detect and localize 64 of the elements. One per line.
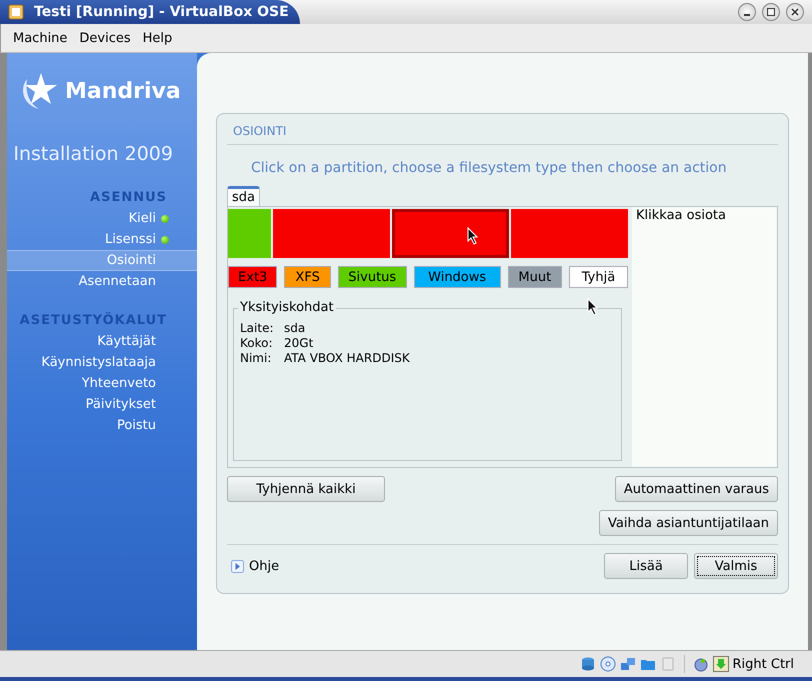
step-row[interactable]: Päivitykset: [7, 394, 197, 415]
partition-segment[interactable]: [510, 209, 628, 258]
step-label: Käynnistyslataaja: [41, 355, 156, 370]
filesystem-legend: Windows: [414, 266, 501, 288]
step-label: Päivitykset: [86, 397, 156, 412]
filesystem-legend: Sivutus: [338, 266, 407, 288]
filesystem-legend: Tyhjä: [568, 266, 628, 288]
step-row[interactable]: Käynnistyslataaja: [7, 352, 197, 373]
mouse-cursor-icon: [467, 227, 479, 245]
clear-all-button[interactable]: Tyhjennä kaikki: [227, 476, 385, 502]
close-button[interactable]: [786, 3, 804, 21]
step-label: Lisenssi: [104, 232, 156, 247]
app-icon: [8, 4, 24, 20]
auto-allocate-button[interactable]: Automaattinen varaus: [614, 476, 778, 502]
mouse-cursor-icon: [587, 298, 599, 316]
maximize-button[interactable]: [762, 3, 780, 21]
disk-tab[interactable]: sda: [227, 186, 260, 206]
partition-segment[interactable]: [228, 209, 271, 258]
mouse-icon: [692, 656, 708, 672]
detail-label: Koko:: [240, 336, 274, 351]
chip-icon: [660, 656, 676, 672]
step-label: Yhteenveto: [82, 376, 156, 391]
menu-item[interactable]: Devices: [79, 30, 131, 46]
step-row[interactable]: Käyttäjät: [7, 331, 197, 352]
network-icon: [620, 656, 636, 672]
detail-value: 20Gt: [284, 336, 314, 351]
dialog-button[interactable]: Lisää: [604, 553, 688, 579]
step-label: Asennetaan: [78, 274, 156, 289]
partition-segment[interactable]: [272, 209, 390, 258]
dialog-button[interactable]: Valmis: [694, 553, 778, 579]
maximize-icon: [767, 8, 775, 16]
window-title: Testi [Running] - VirtualBox OSE: [34, 4, 289, 20]
section-heading: ASENNUS: [89, 189, 168, 207]
step-row[interactable]: Asennetaan: [7, 271, 197, 292]
step-label: Osiointi: [106, 253, 156, 268]
hint-text: Klikkaa osiota: [636, 208, 726, 223]
group-title: Yksityiskohdat: [238, 300, 336, 316]
hard-disk-icon: [580, 656, 596, 672]
menu-item[interactable]: Help: [142, 30, 172, 46]
partition-segment[interactable]: [392, 209, 509, 258]
installer-subtitle: Installation 2009: [13, 143, 174, 165]
panel-title: OSIOINTI: [227, 122, 778, 145]
filesystem-legend: XFS: [284, 266, 331, 288]
instruction-text: Click on a partition, choose a filesystem type then choose an action: [250, 160, 728, 176]
filesystem-legend: Ext3: [228, 266, 278, 288]
detail-value: sda: [284, 321, 306, 336]
step-row[interactable]: Yhteenveto: [7, 373, 197, 394]
close-icon: [791, 8, 799, 16]
step-label: Kieli: [128, 211, 156, 226]
down-arrow-icon: [712, 656, 728, 672]
help-toggle[interactable]: Ohje: [231, 558, 280, 574]
detail-label: Laite:: [240, 321, 275, 336]
minimize-button[interactable]: [738, 3, 756, 21]
cd-icon: [600, 656, 616, 672]
filesystem-legend: Muut: [508, 266, 562, 288]
step-label: Poistu: [116, 418, 156, 433]
step-label: Käyttäjät: [97, 334, 156, 349]
detail-label: Nimi:: [240, 351, 272, 366]
step-row[interactable]: Poistu: [7, 415, 197, 436]
detail-value: ATA VBOX HARDDISK: [284, 351, 410, 366]
host-key-label: Right Ctrl: [732, 656, 794, 672]
logo-text: Mandriva: [65, 78, 181, 104]
menu-item[interactable]: Machine: [13, 30, 68, 46]
expert-mode-button[interactable]: Vaihda asiantuntijatilaan: [599, 510, 778, 536]
